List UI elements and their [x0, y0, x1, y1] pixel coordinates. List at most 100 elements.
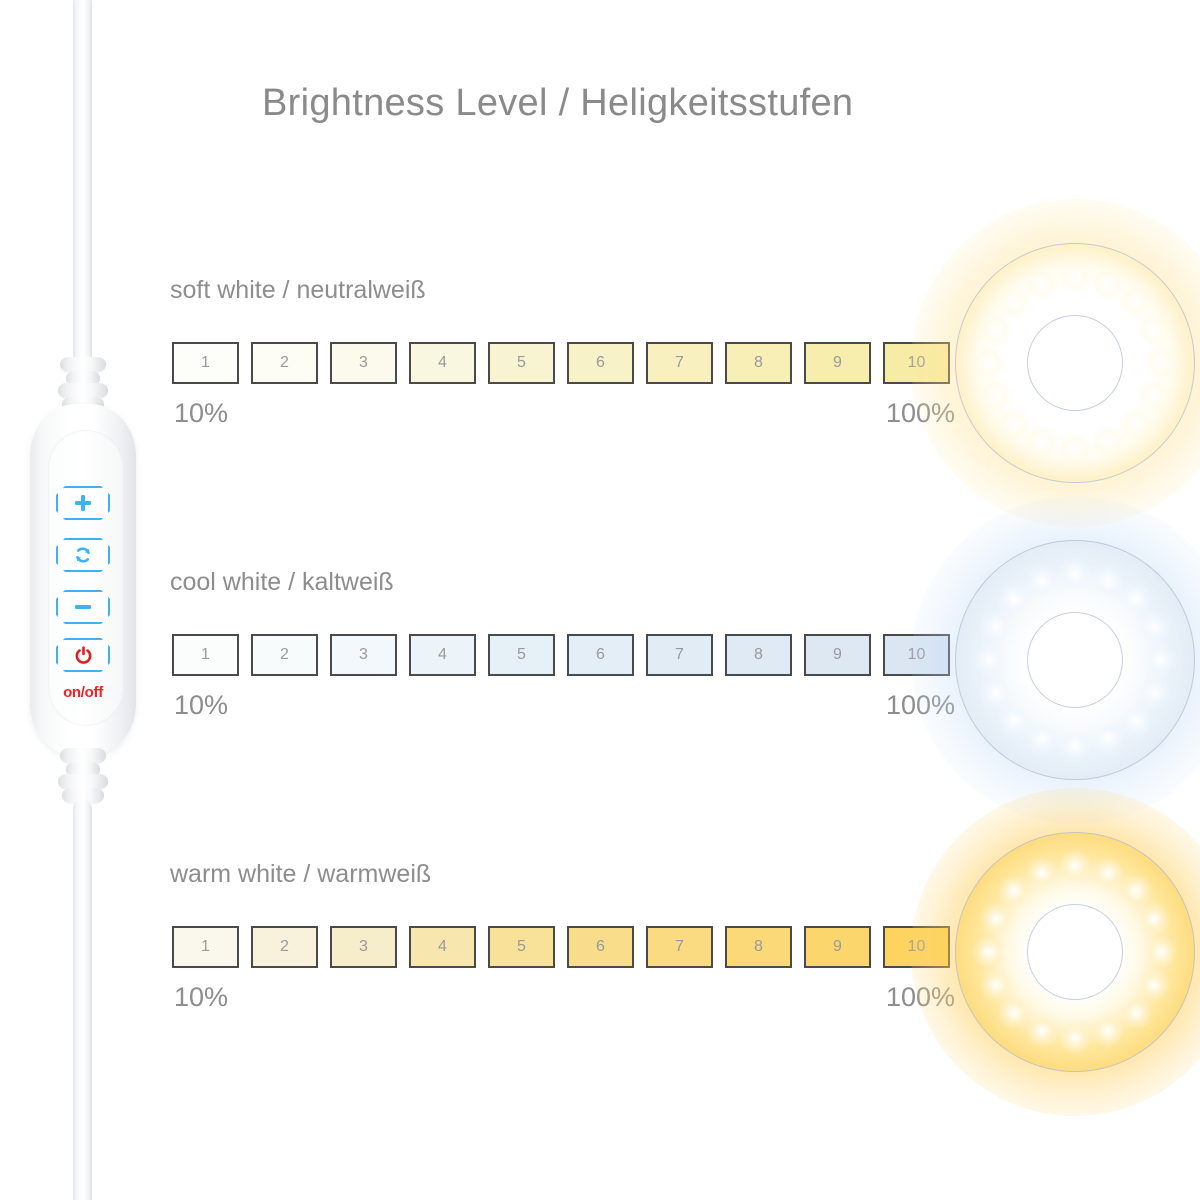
- lamp-led-dot: [1144, 935, 1178, 969]
- brightness-step-label: 1: [201, 646, 210, 663]
- brightness-scale-warm-white[interactable]: 12345678910: [172, 926, 950, 968]
- lamp-led-dot: [978, 902, 1013, 937]
- brightness-step[interactable]: 6: [567, 342, 634, 384]
- brightness-step[interactable]: 1: [172, 926, 239, 968]
- minus-icon: [75, 605, 91, 609]
- brightness-step[interactable]: 3: [330, 342, 397, 384]
- brightness-step-label: 7: [675, 938, 684, 955]
- power-cable-lower: [73, 800, 92, 1200]
- brightness-step[interactable]: 7: [646, 634, 713, 676]
- lamp-led-dot: [978, 378, 1013, 413]
- brightness-step[interactable]: 2: [251, 634, 318, 676]
- brightness-step-label: 7: [675, 354, 684, 371]
- lamp-led-dot: [1058, 849, 1092, 883]
- brightness-step-label: 3: [359, 646, 368, 663]
- lamp-led-dot: [972, 643, 1006, 677]
- brightness-step-label: 4: [438, 938, 447, 955]
- cable-strain-relief-bottom: [58, 748, 108, 803]
- brightness-step[interactable]: 8: [725, 926, 792, 968]
- brightness-step-label: 3: [359, 938, 368, 955]
- ring-lamp-soft-white: [911, 199, 1200, 527]
- brightness-step[interactable]: 9: [804, 926, 871, 968]
- color-temperature-cycle-button[interactable]: [56, 538, 110, 572]
- brightness-step-label: 9: [833, 646, 842, 663]
- lamp-led-dot: [1137, 313, 1172, 348]
- power-button[interactable]: [56, 638, 110, 672]
- lamp-led-dot: [1137, 610, 1172, 645]
- brightness-step[interactable]: 7: [646, 926, 713, 968]
- lamp-led-dot: [997, 995, 1032, 1030]
- brightness-step[interactable]: 6: [567, 926, 634, 968]
- lamp-led-dot: [997, 703, 1032, 738]
- infographic-canvas: Brightness Level / Heligkeitsstufen on/o…: [0, 0, 1200, 1200]
- decrease-brightness-button[interactable]: [56, 590, 110, 624]
- lamp-led-dot: [1090, 1014, 1125, 1049]
- increase-brightness-button[interactable]: [56, 486, 110, 520]
- brightness-step-label: 1: [201, 354, 210, 371]
- brightness-step[interactable]: 9: [804, 634, 871, 676]
- brightness-step[interactable]: 4: [409, 634, 476, 676]
- brightness-step[interactable]: 6: [567, 634, 634, 676]
- row-label-warm-white: warm white / warmweiß: [170, 860, 432, 888]
- onoff-label: on/off: [63, 684, 103, 701]
- lamp-led-dot: [972, 346, 1006, 380]
- lamp-led-dot: [1025, 1014, 1060, 1049]
- brightness-step-label: 2: [280, 354, 289, 371]
- plus-icon: [75, 495, 91, 511]
- remote-button-panel: [48, 430, 124, 726]
- lamp-led-dot: [978, 610, 1013, 645]
- brightness-step[interactable]: 5: [488, 342, 555, 384]
- brightness-step[interactable]: 8: [725, 634, 792, 676]
- power-cable-upper: [73, 0, 92, 374]
- lamp-led-dot: [1025, 722, 1060, 757]
- brightness-step-label: 5: [517, 646, 526, 663]
- brightness-step[interactable]: 1: [172, 634, 239, 676]
- brightness-step[interactable]: 4: [409, 926, 476, 968]
- lamp-center-hole-soft-white: [1027, 315, 1123, 411]
- percent-min-cool-white: 10%: [174, 690, 229, 720]
- brightness-step-label: 8: [754, 938, 763, 955]
- brightness-scale-soft-white[interactable]: 12345678910: [172, 342, 950, 384]
- lamp-center-hole-cool-white: [1027, 612, 1123, 708]
- brightness-step[interactable]: 9: [804, 342, 871, 384]
- lamp-led-dot: [978, 675, 1013, 710]
- brightness-step-label: 4: [438, 646, 447, 663]
- ring-lamp-cool-white: [911, 496, 1200, 824]
- lamp-led-dot: [1025, 855, 1060, 890]
- brightness-step-label: 6: [596, 938, 605, 955]
- brightness-step-label: 2: [280, 646, 289, 663]
- brightness-step[interactable]: 2: [251, 926, 318, 968]
- brightness-step[interactable]: 3: [330, 926, 397, 968]
- brightness-step[interactable]: 1: [172, 342, 239, 384]
- brightness-step-label: 6: [596, 354, 605, 371]
- lamp-led-dot: [1137, 902, 1172, 937]
- brightness-step[interactable]: 5: [488, 926, 555, 968]
- lamp-led-dot: [978, 313, 1013, 348]
- brightness-scale-cool-white[interactable]: 12345678910: [172, 634, 950, 676]
- lamp-led-dot: [1025, 563, 1060, 598]
- lamp-led-dot: [1058, 432, 1092, 466]
- lamp-led-dot: [1025, 425, 1060, 460]
- brightness-step-label: 1: [201, 938, 210, 955]
- brightness-step[interactable]: 2: [251, 342, 318, 384]
- brightness-step[interactable]: 8: [725, 342, 792, 384]
- brightness-step-label: 8: [754, 646, 763, 663]
- lamp-led-dot: [972, 935, 1006, 969]
- brightness-step[interactable]: 7: [646, 342, 713, 384]
- brightness-step-label: 7: [675, 646, 684, 663]
- lamp-led-dot: [1058, 1021, 1092, 1055]
- lamp-led-dot: [1090, 425, 1125, 460]
- percent-min-soft-white: 10%: [174, 398, 229, 428]
- brightness-step[interactable]: 5: [488, 634, 555, 676]
- ring-lamp-warm-white: [911, 788, 1200, 1116]
- brightness-step-label: 6: [596, 646, 605, 663]
- brightness-step-label: 9: [833, 938, 842, 955]
- brightness-step-label: 8: [754, 354, 763, 371]
- cycle-icon: [76, 547, 90, 563]
- brightness-step[interactable]: 3: [330, 634, 397, 676]
- lamp-led-dot: [1058, 557, 1092, 591]
- brightness-step[interactable]: 4: [409, 342, 476, 384]
- lamp-led-dot: [978, 967, 1013, 1002]
- lamp-led-dot: [1025, 266, 1060, 301]
- lamp-led-dot: [1058, 729, 1092, 763]
